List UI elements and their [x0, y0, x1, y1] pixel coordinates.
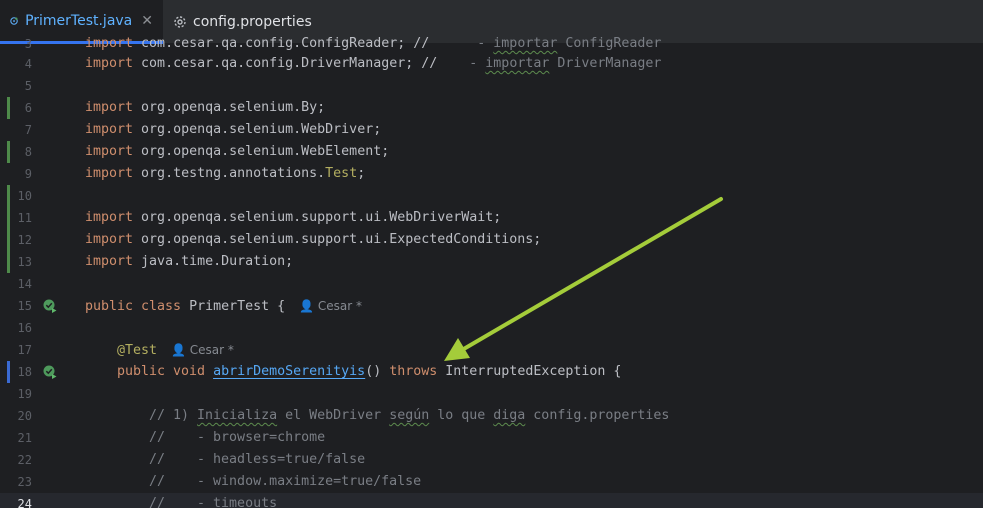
author-inlay-hint[interactable]: 👤 Cesar *: [299, 299, 362, 313]
code-line: 9 import org.testng.annotations.Test;: [0, 163, 983, 185]
code-line: 13 import java.time.Duration;: [0, 251, 983, 273]
code-text: public class PrimerTest {👤 Cesar *: [85, 299, 363, 314]
code-text: import org.openqa.selenium.WebElement;: [85, 144, 390, 159]
code-line: 20 // 1) Inicializa el WebDriver según l…: [0, 405, 983, 427]
code-text: import org.openqa.selenium.support.ui.We…: [85, 210, 502, 225]
code-line: 14: [0, 273, 983, 295]
code-line: 15 public class PrimerTest {👤 Cesar *: [0, 295, 983, 317]
code-line: 19: [0, 383, 983, 405]
line-number: 10: [17, 189, 32, 203]
line-number: 4: [24, 57, 32, 71]
code-line: 16: [0, 317, 983, 339]
line-number: 17: [17, 343, 32, 357]
line-number: 23: [17, 475, 32, 489]
code-line: 6 import org.openqa.selenium.By;: [0, 97, 983, 119]
line-number: 6: [24, 101, 32, 115]
code-editor[interactable]: 3 import com.cesar.qa.config.ConfigReade…: [0, 36, 983, 508]
line-number: 21: [17, 431, 32, 445]
code-line: 7 import org.openqa.selenium.WebDriver;: [0, 119, 983, 141]
code-text: import com.cesar.qa.config.ConfigReader;…: [85, 36, 662, 51]
code-text: import org.testng.annotations.Test;: [85, 166, 366, 181]
line-number: 20: [17, 409, 32, 423]
code-line: 21 // - browser=chrome: [0, 427, 983, 449]
line-number: 9: [24, 167, 32, 181]
code-line: 17 @Test 👤 Cesar *: [0, 339, 983, 361]
line-number: 7: [24, 123, 32, 137]
code-line: 4 import com.cesar.qa.config.DriverManag…: [0, 53, 983, 75]
code-text: import org.openqa.selenium.WebDriver;: [85, 122, 382, 137]
code-line: 3 import com.cesar.qa.config.ConfigReade…: [0, 33, 983, 55]
line-number: 5: [24, 79, 32, 93]
tab-label: PrimerTest.java: [25, 12, 133, 29]
code-text: import org.openqa.selenium.support.ui.Ex…: [85, 232, 542, 247]
line-number: 15: [17, 299, 32, 313]
run-test-icon[interactable]: [43, 299, 57, 313]
line-number: 13: [17, 255, 32, 269]
code-line: 5: [0, 75, 983, 97]
code-text: public void abrirDemoSerenityis() throws…: [117, 364, 622, 379]
code-text: import com.cesar.qa.config.DriverManager…: [85, 56, 662, 71]
code-text: import java.time.Duration;: [85, 254, 294, 269]
code-line: 23 // - window.maximize=true/false: [0, 471, 983, 493]
code-text: import org.openqa.selenium.By;: [85, 100, 326, 115]
line-number: 8: [24, 145, 32, 159]
line-number: 22: [17, 453, 32, 467]
code-line: 8 import org.openqa.selenium.WebElement;: [0, 141, 983, 163]
run-test-icon[interactable]: [43, 365, 57, 379]
author-inlay-hint[interactable]: 👤 Cesar *: [171, 343, 234, 357]
line-number: 19: [17, 387, 32, 401]
code-text: // - browser=chrome: [149, 430, 326, 445]
code-line: 10: [0, 185, 983, 207]
code-text: // - timeouts: [149, 496, 278, 508]
line-number: 3: [24, 37, 32, 51]
gear-icon: [174, 16, 186, 28]
code-line: 18 public void abrirDemoSerenityis() thr…: [0, 361, 983, 383]
close-icon[interactable]: ✕: [141, 13, 153, 29]
method-name[interactable]: abrirDemoSerenityis: [213, 364, 365, 379]
code-text: // - headless=true/false: [149, 452, 366, 467]
line-number: 24: [17, 497, 32, 508]
code-line: 11 import org.openqa.selenium.support.ui…: [0, 207, 983, 229]
line-number: 11: [17, 211, 32, 225]
code-line: 22 // - headless=true/false: [0, 449, 983, 471]
line-number: 12: [17, 233, 32, 247]
line-number: 18: [17, 365, 32, 379]
code-line: 24 // - timeouts: [0, 493, 983, 508]
tab-label: config.properties: [193, 14, 312, 30]
line-number: 16: [17, 321, 32, 335]
code-text: // - window.maximize=true/false: [149, 474, 422, 489]
line-number: 14: [17, 277, 32, 291]
code-line: 12 import org.openqa.selenium.support.ui…: [0, 229, 983, 251]
java-class-icon: [10, 16, 18, 25]
code-text: @Test 👤 Cesar *: [117, 343, 234, 358]
code-text: // 1) Inicializa el WebDriver según lo q…: [149, 408, 670, 423]
